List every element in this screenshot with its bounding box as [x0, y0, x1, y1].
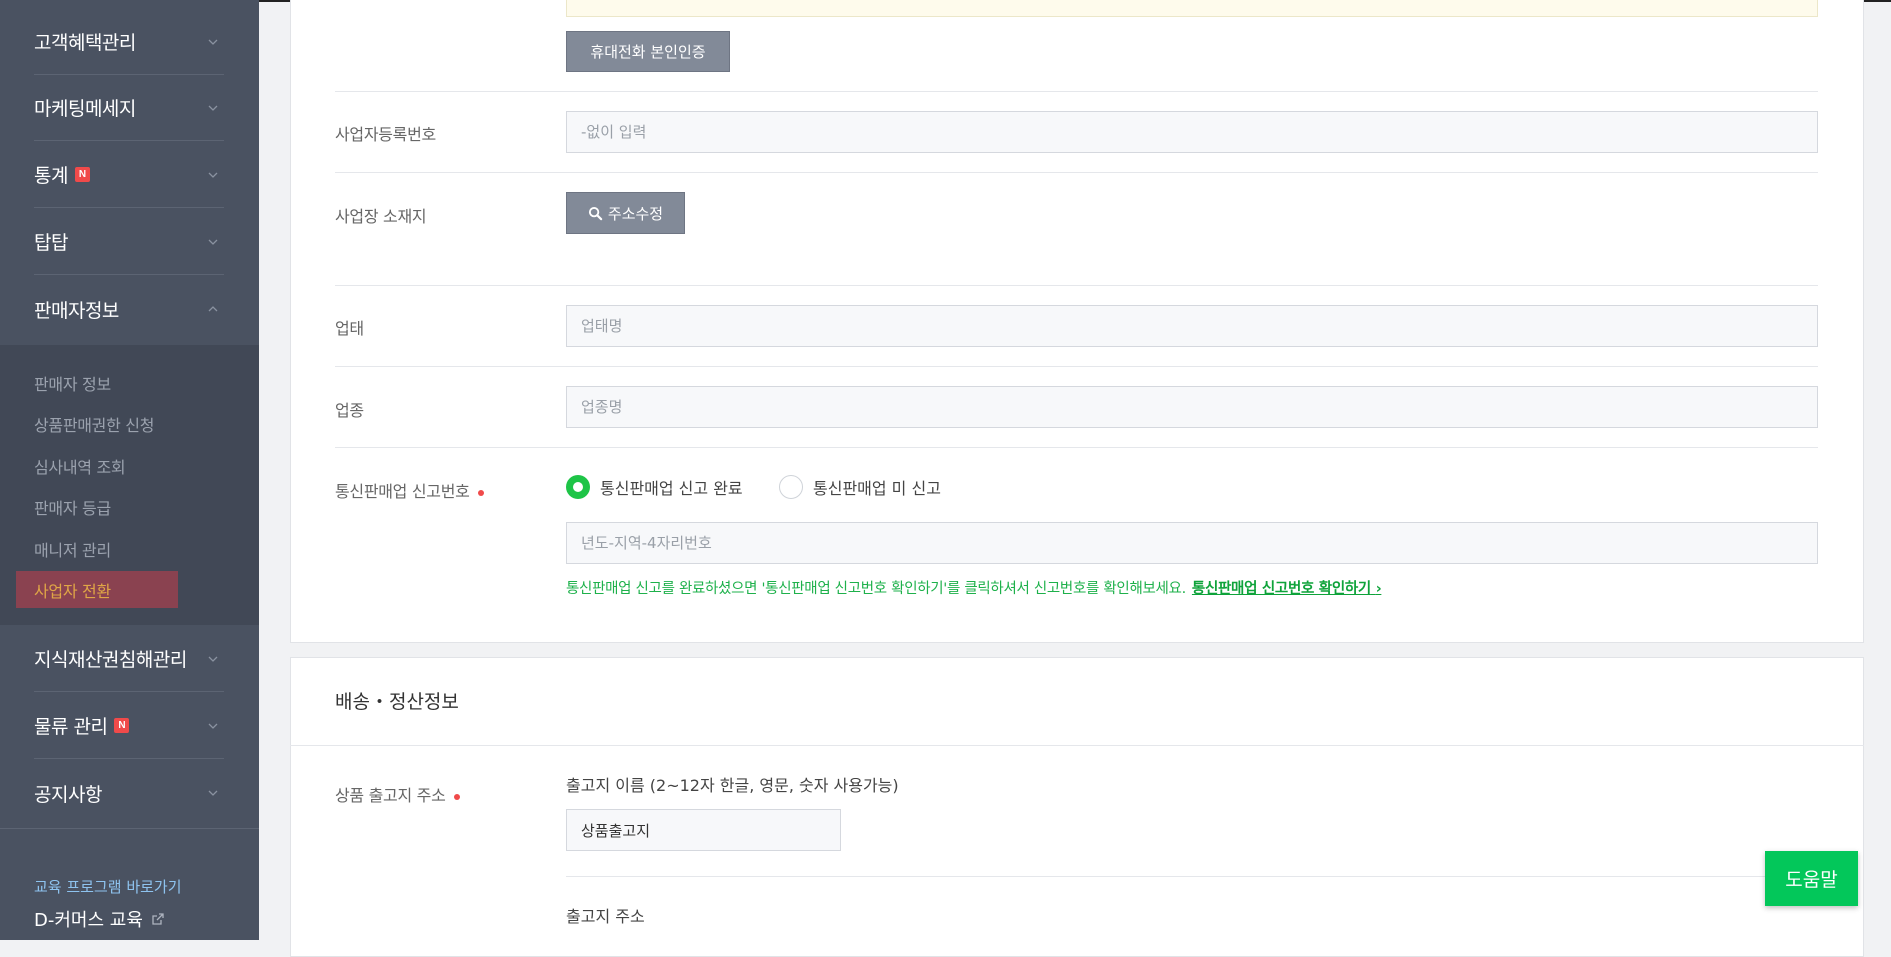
external-link-icon — [152, 913, 164, 925]
sidebar-item-logistics[interactable]: 물류 관리 N — [34, 693, 224, 759]
sidebar-item-taptap[interactable]: 탑탑 — [34, 209, 224, 275]
chevron-down-icon — [206, 35, 220, 49]
sidebar-item-label: 지식재산권침해관리 — [34, 649, 187, 671]
help-button[interactable]: 도움말 — [1765, 851, 1858, 906]
row-divider — [335, 91, 1818, 92]
business-type-input[interactable] — [566, 305, 1818, 347]
mail-order-info-text: 통신판매업 신고를 완료하셨으면 '통신판매업 신고번호 확인하기'를 클릭하셔… — [566, 577, 1382, 598]
notice-box — [566, 0, 1818, 17]
chevron-down-icon — [206, 101, 220, 115]
warehouse-name-input[interactable] — [566, 809, 841, 851]
sidebar-item-label: 공지사항 — [34, 783, 102, 806]
row-divider — [335, 366, 1818, 367]
chevron-down-icon — [206, 652, 220, 666]
section-title: 배송・정산정보 — [335, 691, 459, 713]
mail-order-check-link-label: 통신판매업 신고번호 확인하기 — [1191, 581, 1371, 597]
sidebar: 고객혜택관리 마케팅메세지 통계 N 탑탑 판매자정보 판매자 정보 상품판매권… — [0, 0, 259, 940]
radio-unchecked-icon — [779, 475, 803, 499]
radio-label: 통신판매업 신고 완료 — [600, 479, 743, 498]
shipping-settlement-card — [290, 657, 1864, 957]
chevron-down-icon — [206, 235, 220, 249]
chevron-right-icon: › — [1375, 581, 1382, 597]
required-dot — [477, 489, 484, 496]
row-divider — [335, 447, 1818, 448]
sidebar-item-ip-infringement[interactable]: 지식재산권침해관리 — [34, 626, 224, 692]
mail-order-label-text: 통신판매업 신고번호 — [335, 482, 470, 501]
submenu-item-sales-permission[interactable]: 상품판매권한 신청 — [34, 412, 154, 436]
phone-verify-button[interactable]: 휴대전화 본인인증 — [566, 31, 730, 72]
warehouse-address-label: 상품 출고지 주소 — [335, 782, 460, 806]
mail-order-check-link[interactable]: 통신판매업 신고번호 확인하기 › — [1191, 581, 1382, 597]
mail-order-number-input[interactable] — [566, 522, 1818, 564]
warehouse-name-caption: 출고지 이름 (2~12자 한글, 영문, 숫자 사용가능) — [566, 776, 899, 795]
sidebar-item-notice[interactable]: 공지사항 — [34, 760, 224, 826]
chevron-down-icon — [206, 786, 220, 800]
mail-order-info: 통신판매업 신고를 완료하셨으면 '통신판매업 신고번호 확인하기'를 클릭하셔… — [566, 581, 1186, 597]
chevron-up-icon — [206, 302, 220, 316]
new-badge: N — [114, 718, 130, 733]
sidebar-item-seller-info[interactable]: 판매자정보 — [34, 276, 224, 342]
business-type-label: 업태 — [335, 319, 364, 338]
business-item-label: 업종 — [335, 401, 364, 420]
new-badge: N — [74, 167, 90, 182]
sidebar-item-label: 물류 관리 — [34, 716, 108, 738]
dcommerce-label: D-커머스 교육 — [34, 910, 143, 931]
row-divider — [335, 172, 1818, 173]
radio-mail-order-not-reported[interactable]: 통신판매업 미 신고 — [779, 475, 941, 499]
row-divider — [335, 285, 1818, 286]
submenu-item-seller-info[interactable]: 판매자 정보 — [34, 371, 111, 395]
required-dot — [453, 793, 460, 800]
sidebar-item-customer-benefits[interactable]: 고객혜택관리 — [34, 9, 224, 75]
submenu-item-business-conversion[interactable]: 사업자 전환 — [34, 578, 111, 602]
radio-checked-icon — [566, 475, 590, 499]
business-number-input[interactable] — [566, 111, 1818, 153]
business-number-label: 사업자등록번호 — [335, 125, 436, 144]
sidebar-item-label: 판매자정보 — [34, 299, 119, 322]
sidebar-item-label: 탑탑 — [34, 232, 68, 254]
radio-mail-order-reported[interactable]: 통신판매업 신고 완료 — [566, 475, 743, 499]
submenu-item-seller-grade[interactable]: 판매자 등급 — [34, 495, 111, 519]
sidebar-item-label: 고객혜택관리 — [34, 32, 136, 54]
edit-address-label: 주소수정 — [607, 204, 664, 223]
warehouse-address-label-text: 상품 출고지 주소 — [335, 786, 446, 805]
sidebar-item-statistics[interactable]: 통계 N — [34, 142, 224, 208]
section-divider — [290, 745, 1864, 746]
warehouse-address-caption: 출고지 주소 — [566, 907, 645, 926]
chevron-down-icon — [206, 719, 220, 733]
mail-order-label: 통신판매업 신고번호 — [335, 478, 484, 502]
search-icon — [588, 206, 603, 220]
radio-label: 통신판매업 미 신고 — [813, 479, 941, 498]
business-item-input[interactable] — [566, 386, 1818, 428]
sidebar-divider — [0, 828, 259, 829]
submenu-item-manager[interactable]: 매니저 관리 — [34, 537, 111, 561]
sidebar-item-label: 마케팅메세지 — [34, 98, 136, 120]
edit-address-button[interactable]: 주소수정 — [566, 192, 685, 234]
submenu-item-review-history[interactable]: 심사내역 조회 — [34, 454, 126, 478]
sidebar-item-label: 통계 — [34, 165, 68, 187]
dcommerce-edu-link[interactable]: D-커머스 교육 — [34, 906, 165, 932]
chevron-down-icon — [206, 168, 220, 182]
sidebar-item-marketing-message[interactable]: 마케팅메세지 — [34, 75, 224, 141]
edu-program-link[interactable]: 교육 프로그램 바로가기 — [34, 876, 182, 897]
business-address-label: 사업장 소재지 — [335, 207, 427, 226]
row-divider — [566, 876, 1818, 877]
